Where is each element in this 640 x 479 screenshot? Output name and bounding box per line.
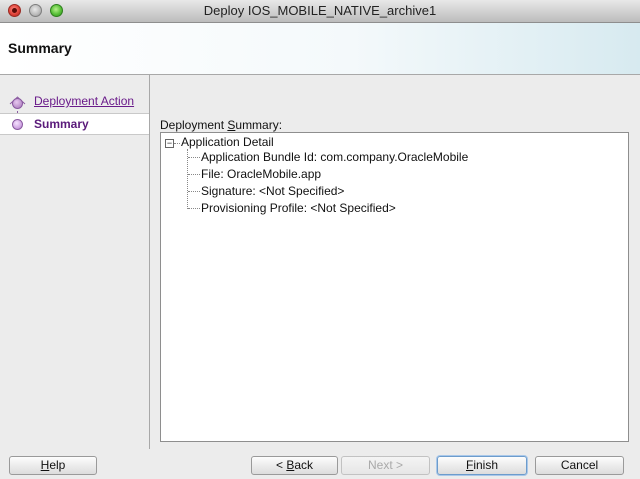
window-title: Deploy IOS_MOBILE_NATIVE_archive1 (203, 3, 437, 18)
cancel-button[interactable]: Cancel (535, 456, 624, 475)
nav-step-deployment-action[interactable]: Deployment Action (0, 91, 149, 113)
deployment-summary-tree[interactable]: − Application Detail Application Bundle … (160, 132, 629, 442)
tree-item-file[interactable]: File: OracleMobile.app (201, 167, 321, 181)
tree-connector (174, 143, 180, 144)
finish-button[interactable]: Finish (437, 456, 527, 475)
tree-connector (187, 149, 188, 209)
tree-connector (188, 174, 200, 175)
nav-step-summary[interactable]: Summary (0, 113, 149, 135)
step-current-icon (12, 119, 23, 130)
collapse-toggle-icon[interactable]: − (165, 139, 174, 148)
title-bar: Deploy IOS_MOBILE_NATIVE_archive1 (0, 0, 640, 23)
tree-node-application-detail[interactable]: Application Detail (181, 135, 274, 149)
next-button[interactable]: Next > (341, 456, 430, 475)
tree-item-bundle-id[interactable]: Application Bundle Id: com.company.Oracl… (201, 150, 468, 164)
tree-item-provisioning-profile[interactable]: Provisioning Profile: <Not Specified> (201, 201, 396, 215)
deployment-summary-label: Deployment Summary: (160, 118, 283, 132)
nav-step-label[interactable]: Deployment Action (34, 94, 134, 108)
help-button[interactable]: Help (9, 456, 97, 475)
tree-connector (188, 208, 200, 209)
wizard-header: Summary (0, 23, 640, 75)
step-visited-icon (12, 98, 23, 109)
tree-connector (188, 191, 200, 192)
tree-item-signature[interactable]: Signature: <Not Specified> (201, 184, 344, 198)
wizard-step-nav: Deployment Action Summary (0, 75, 150, 449)
wizard-content: Deployment Summary: − Application Detail… (150, 75, 640, 449)
nav-step-label: Summary (34, 117, 89, 131)
tree-connector (188, 157, 200, 158)
page-title: Summary (8, 40, 72, 56)
back-button[interactable]: < Back (251, 456, 338, 475)
